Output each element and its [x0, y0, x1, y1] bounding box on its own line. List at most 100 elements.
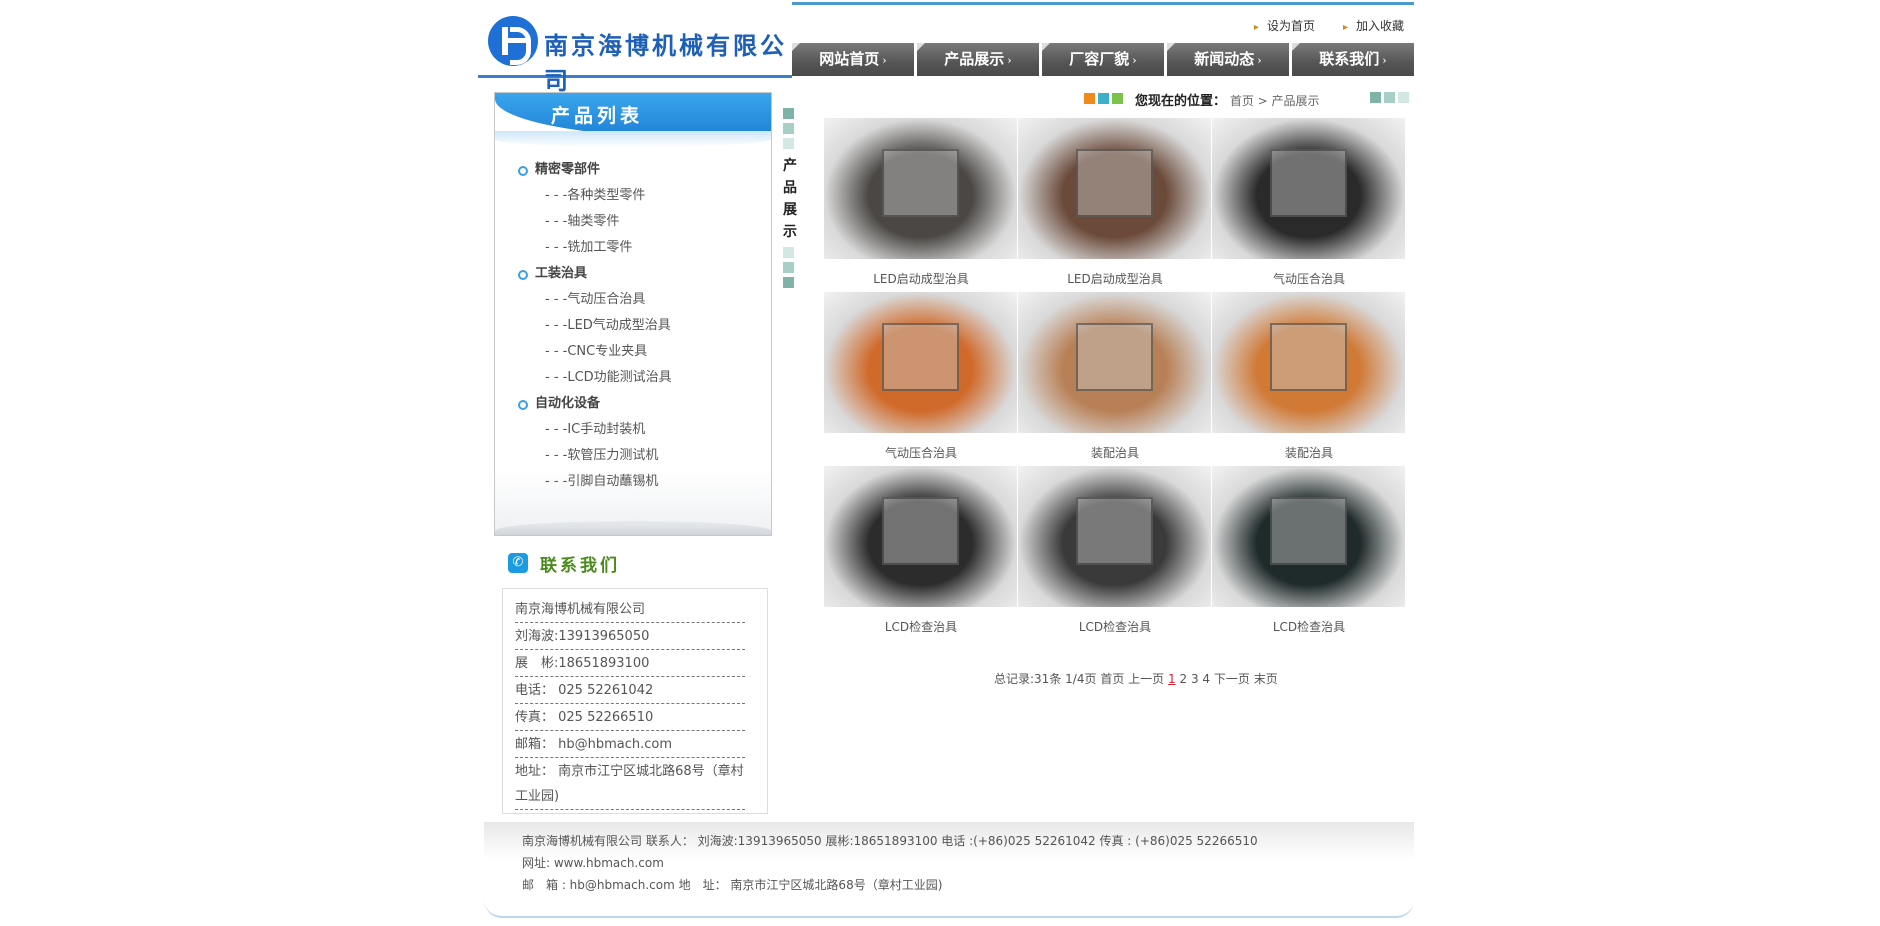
product-caption[interactable]: LED启动成型治具 — [824, 270, 1018, 287]
product-image[interactable] — [1018, 466, 1212, 607]
product-caption[interactable]: LCD检查治具 — [824, 618, 1018, 635]
nav-factory[interactable]: 厂容厂貌 › — [1042, 43, 1164, 76]
pager-page[interactable]: 2 — [1179, 672, 1187, 686]
category-fixtures[interactable]: 工装治具 — [515, 261, 672, 287]
contact-title: 联系我们 — [540, 555, 620, 576]
subcategory-item[interactable]: - - -轴类零件 — [515, 209, 672, 235]
decor-square — [1084, 93, 1095, 104]
pager-prev[interactable]: 上一页 — [1128, 672, 1164, 686]
pager-page[interactable]: 3 — [1191, 672, 1199, 686]
decor-square — [783, 123, 794, 134]
product-caption[interactable]: 装配治具 — [1018, 444, 1212, 461]
pager-pages: 1/4页 — [1065, 672, 1097, 686]
add-favorite-link[interactable]: 加入收藏 — [1343, 17, 1404, 34]
product-caption[interactable]: LED启动成型治具 — [1018, 270, 1212, 287]
nav-contact[interactable]: 联系我们 › — [1292, 43, 1414, 76]
contact-person: 展 彬:18651893100 — [515, 651, 745, 677]
product-card[interactable]: 气动压合治具 — [1212, 118, 1406, 292]
product-device-shape — [881, 149, 960, 217]
product-card[interactable]: LCD检查治具 — [1018, 466, 1212, 640]
product-list-panel: 产品列表 精密零部件 - - -各种类型零件 - - -轴类零件 - - -铣加… — [494, 92, 772, 536]
product-card[interactable]: LCD检查治具 — [824, 466, 1018, 640]
subcategory-item[interactable]: - - -CNC专业夹具 — [515, 339, 672, 365]
product-list-header: 产品列表 — [495, 93, 771, 147]
product-caption[interactable]: 气动压合治具 — [824, 444, 1018, 461]
product-caption[interactable]: LCD检查治具 — [1212, 618, 1406, 635]
product-image[interactable] — [824, 292, 1018, 433]
nav-home[interactable]: 网站首页 › — [792, 43, 914, 76]
product-device-shape — [1269, 497, 1348, 565]
product-image[interactable] — [1212, 466, 1406, 607]
footer-contact-line: 南京海博机械有限公司 联系人： 刘海波:13913965050 展彬:18651… — [522, 834, 1258, 848]
nav-news[interactable]: 新闻动态 › — [1167, 43, 1289, 76]
product-grid: LED启动成型治具 LED启动成型治具 气动压合治具 气动压合治具 装配治具 装… — [824, 118, 1406, 640]
product-image[interactable] — [1212, 292, 1406, 433]
product-image[interactable] — [824, 466, 1018, 607]
product-card[interactable]: 装配治具 — [1212, 292, 1406, 466]
product-image[interactable] — [1018, 292, 1212, 433]
product-image[interactable] — [1018, 118, 1212, 259]
product-device-shape — [881, 497, 960, 565]
subcategory-item[interactable]: - - -各种类型零件 — [515, 183, 672, 209]
top-links: 设为首页 加入收藏 — [1254, 17, 1404, 34]
subcategory-item[interactable]: - - -气动压合治具 — [515, 287, 672, 313]
contact-person: 刘海波:13913965050 — [515, 624, 745, 650]
subcategory-item[interactable]: - - -LCD功能测试治具 — [515, 365, 672, 391]
subcategory-item[interactable]: - - -LED气动成型治具 — [515, 313, 672, 339]
subcategory-item[interactable]: - - -IC手动封装机 — [515, 417, 672, 443]
category-automation[interactable]: 自动化设备 — [515, 391, 672, 417]
company-logo[interactable]: 南京海博机械有限公司 — [478, 0, 792, 95]
product-card[interactable]: 装配治具 — [1018, 292, 1212, 466]
pager-current[interactable]: 1 — [1168, 672, 1176, 686]
contact-fax: 传真： 025 52266510 — [515, 705, 745, 731]
category-precision-parts[interactable]: 精密零部件 — [515, 157, 672, 183]
product-caption[interactable]: LCD检查治具 — [1018, 618, 1212, 635]
decor-square — [1098, 93, 1109, 104]
nav-products[interactable]: 产品展示 › — [917, 43, 1039, 76]
product-device-shape — [1075, 323, 1154, 391]
contact-address: 地址： 南京市江宁区城北路68号（章村工业园) — [515, 759, 745, 810]
set-homepage-link[interactable]: 设为首页 — [1254, 17, 1315, 34]
product-card[interactable]: LED启动成型治具 — [1018, 118, 1212, 292]
pager-total: 总记录:31条 — [994, 672, 1062, 686]
product-caption[interactable]: 装配治具 — [1212, 444, 1406, 461]
pager-first[interactable]: 首页 — [1100, 672, 1124, 686]
phone-icon: ✆ — [508, 553, 528, 573]
footer-address-line: 邮 箱 : hb@hbmach.com 地 址： 南京市江宁区城北路68号（章村… — [522, 878, 943, 892]
subcategory-item[interactable]: - - -软管压力测试机 — [515, 443, 672, 469]
product-list-title: 产品列表 — [551, 105, 644, 127]
product-image[interactable] — [824, 118, 1018, 259]
subcategory-item[interactable]: - - -铣加工零件 — [515, 235, 672, 261]
contact-header: ✆ 联系我们 — [508, 552, 620, 576]
product-card[interactable]: 气动压合治具 — [824, 292, 1018, 466]
product-device-shape — [881, 323, 960, 391]
decor-square — [1112, 93, 1123, 104]
category-list: 精密零部件 - - -各种类型零件 - - -轴类零件 - - -铣加工零件 工… — [515, 157, 672, 495]
decor-square — [1398, 92, 1409, 103]
product-device-shape — [1269, 323, 1348, 391]
contact-box: 南京海博机械有限公司 刘海波:13913965050 展 彬:186518931… — [502, 588, 768, 814]
contact-email: 邮箱： hb@hbmach.com — [515, 732, 745, 758]
pager-next[interactable]: 下一页 — [1214, 672, 1250, 686]
header-divider — [792, 2, 1414, 5]
decor-square — [783, 277, 794, 288]
main-nav: 网站首页 › 产品展示 › 厂容厂貌 › 新闻动态 › 联系我们 › — [792, 43, 1414, 76]
product-card[interactable]: LED启动成型治具 — [824, 118, 1018, 292]
page-wrapper: 南京海博机械有限公司 设为首页 加入收藏 网站首页› 产品展示› 厂容厂貌› 新… — [478, 0, 1414, 926]
footer: 南京海博机械有限公司 联系人： 刘海波:13913965050 展彬:18651… — [484, 822, 1414, 918]
pager-page[interactable]: 4 — [1202, 672, 1210, 686]
panel-footer-curve — [495, 521, 771, 535]
pager-last[interactable]: 末页 — [1254, 672, 1278, 686]
product-image[interactable] — [1212, 118, 1406, 259]
product-caption[interactable]: 气动压合治具 — [1212, 270, 1406, 287]
decor-square — [783, 247, 794, 258]
contact-company: 南京海博机械有限公司 — [515, 597, 745, 623]
decor-square — [783, 262, 794, 273]
product-device-shape — [1075, 497, 1154, 565]
location-label: 您现在的位置： — [1135, 94, 1227, 109]
subcategory-item[interactable]: - - -引脚自动蘸锡机 — [515, 469, 672, 495]
product-card[interactable]: LCD检查治具 — [1212, 466, 1406, 640]
breadcrumb-path[interactable]: 首页 > 产品展示 — [1230, 94, 1320, 108]
breadcrumb: 您现在的位置： 首页 > 产品展示 — [1135, 90, 1320, 109]
contact-phone: 电话： 025 52261042 — [515, 678, 745, 704]
